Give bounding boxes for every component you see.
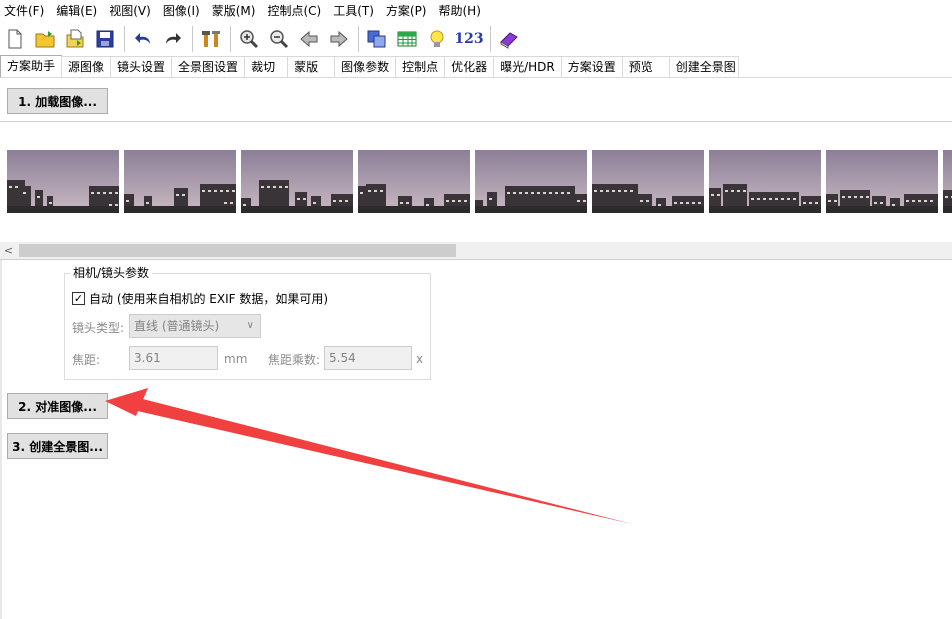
image-thumbnail[interactable] [709,150,821,213]
open-folder-icon[interactable] [32,26,58,52]
image-thumbnail[interactable] [124,150,236,213]
undo-icon[interactable] [130,26,156,52]
left-border [0,260,2,619]
arrow-right-icon[interactable] [326,26,352,52]
numbers-icon[interactable]: 123 [454,26,484,52]
layers-icon[interactable] [364,26,390,52]
menu-view[interactable]: 视图(V) [109,0,151,22]
toolbar-separator [230,26,231,52]
book-icon[interactable] [496,26,522,52]
toolbar-separator [192,26,193,52]
auto-exif-checkbox-row[interactable]: ✓ 自动 (使用来自相机的 EXIF 数据，如果可用) [72,290,328,307]
tab-exposure-hdr[interactable]: 曝光/HDR [493,56,562,77]
thumbnail-scene [826,150,938,213]
tab-assistant[interactable]: 方案助手 [0,55,63,77]
focal-length-field[interactable]: 3.61 [129,346,218,370]
redo-icon[interactable] [160,26,186,52]
horizontal-scrollbar[interactable]: < [0,242,952,259]
tab-optimizer[interactable]: 优化器 [444,56,495,77]
auto-exif-checkbox[interactable]: ✓ [72,292,85,305]
tab-control-points[interactable]: 控制点 [395,56,446,77]
image-thumbnail[interactable] [592,150,704,213]
thumbnail-scene [475,150,587,213]
open-recent-icon[interactable] [62,26,88,52]
crop-factor-label: 焦距乘数: [268,353,321,367]
toolbar-separator [358,26,359,52]
image-thumbnail[interactable] [826,150,938,213]
menu-file[interactable]: 文件(F) [4,0,44,22]
thumbnail-scene [241,150,353,213]
table-icon[interactable] [394,26,420,52]
new-file-icon[interactable] [2,26,28,52]
lens-type-value: 直线 (普通镜头) [134,319,220,333]
focal-length-label: 焦距: [72,353,101,367]
menu-edit[interactable]: 编辑(E) [56,0,97,22]
image-thumbnail[interactable] [358,150,470,213]
thumbnail-scene [943,150,952,213]
tab-image-parameters[interactable]: 图像参数 [334,56,397,77]
tab-create-panorama[interactable]: 创建全景图 [668,56,739,77]
thumbnail-scene [592,150,704,213]
chevron-down-icon: ∨ [246,320,254,331]
tab-crop[interactable]: 裁切 [244,56,289,77]
tab-project-settings[interactable]: 方案设置 [560,56,623,77]
menu-mask[interactable]: 蒙版(M) [212,0,256,22]
menu-tools[interactable]: 工具(T) [333,0,374,22]
image-strip: < [0,121,952,260]
load-images-button[interactable]: 1. 加载图像... [7,88,108,114]
thumbnail-scene [124,150,236,213]
menu-control-points[interactable]: 控制点(C) [267,0,321,22]
arrow-left-icon[interactable] [296,26,322,52]
menu-image[interactable]: 图像(I) [163,0,200,22]
crop-factor-field[interactable]: 5.54 [324,346,412,370]
scrollbar-thumb[interactable] [19,244,456,257]
focal-length-unit: mm [224,352,248,366]
zoom-out-icon[interactable] [266,26,292,52]
tab-source-images[interactable]: 源图像 [61,56,112,77]
scroll-left-icon[interactable]: < [0,242,17,259]
image-thumbnail[interactable] [241,150,353,213]
align-images-button[interactable]: 2. 对准图像... [7,393,108,419]
menu-project[interactable]: 方案(P) [386,0,427,22]
create-panorama-button[interactable]: 3. 创建全景图... [7,433,108,459]
toolbar-separator [490,26,491,52]
menubar: 文件(F) 编辑(E) 视图(V) 图像(I) 蒙版(M) 控制点(C) 工具(… [0,0,952,22]
annotation-arrow-head [105,388,148,416]
auto-exif-label: 自动 (使用来自相机的 EXIF 数据，如果可用) [89,292,329,306]
toolbar: 123 [0,23,952,55]
thumbnail-scene [7,150,119,213]
tools-icon[interactable] [198,26,224,52]
crop-factor-unit: x [416,352,424,366]
camera-lens-group-title: 相机/镜头参数 [70,266,153,280]
bulb-icon[interactable] [424,26,450,52]
menu-help[interactable]: 帮助(H) [439,0,481,22]
image-thumbnail[interactable] [475,150,587,213]
zoom-in-icon[interactable] [236,26,262,52]
tab-lens-settings[interactable]: 镜头设置 [110,56,173,77]
lens-type-label: 镜头类型: [72,321,125,335]
thumbnail-scene [709,150,821,213]
tab-mask[interactable]: 蒙版 [287,56,336,77]
thumbnail-scene [358,150,470,213]
tab-panorama-settings[interactable]: 全景图设置 [171,56,246,77]
image-thumbnail[interactable] [943,150,952,213]
save-icon[interactable] [92,26,118,52]
image-thumbnail[interactable] [7,150,119,213]
toolbar-separator [124,26,125,52]
annotation-arrow-shape [124,396,632,524]
tab-bar: 方案助手 源图像 镜头设置 全景图设置 裁切 蒙版 图像参数 控制点 优化器 曝… [0,55,952,78]
lens-type-select[interactable]: 直线 (普通镜头) ∨ [129,314,261,338]
tab-preview[interactable]: 预览 [621,56,670,77]
